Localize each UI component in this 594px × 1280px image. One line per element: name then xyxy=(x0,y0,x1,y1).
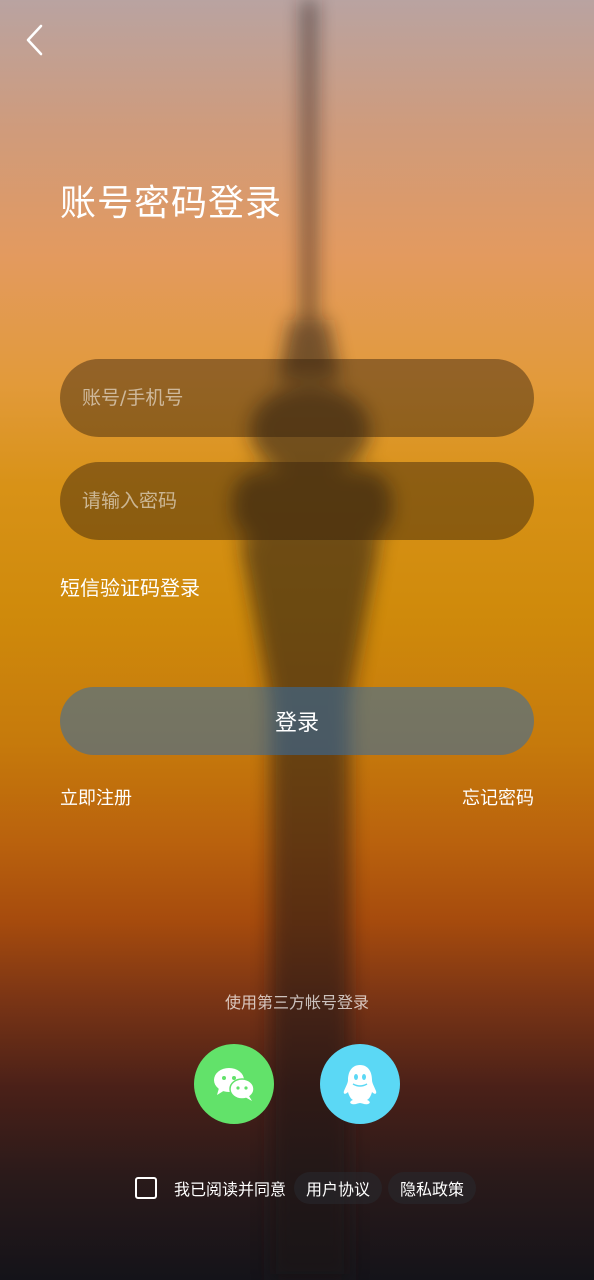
register-link[interactable]: 立即注册 xyxy=(60,784,132,810)
agreement-row: 我已阅读并同意 用户协议 隐私政策 xyxy=(135,1170,482,1206)
account-input[interactable] xyxy=(80,386,514,410)
qq-icon xyxy=(343,1065,377,1105)
agreement-checkbox[interactable] xyxy=(135,1177,157,1199)
third-party-label: 使用第三方帐号登录 xyxy=(224,993,369,1012)
back-button[interactable] xyxy=(14,20,54,60)
privacy-policy-link[interactable]: 隐私政策 xyxy=(388,1172,477,1204)
login-button[interactable]: 登录 xyxy=(60,687,534,755)
agreement-text: 我已阅读并同意 xyxy=(174,1180,287,1199)
user-agreement-link[interactable]: 用户协议 xyxy=(294,1172,383,1204)
chevron-left-icon xyxy=(26,24,43,56)
page-title: 账号密码登录 xyxy=(60,183,283,224)
wechat-icon xyxy=(214,1068,255,1101)
sms-login-link[interactable]: 短信验证码登录 xyxy=(60,572,200,601)
password-input[interactable] xyxy=(80,489,514,513)
password-field[interactable] xyxy=(60,462,534,540)
account-field[interactable] xyxy=(60,359,534,437)
wechat-login-button[interactable] xyxy=(194,1044,274,1124)
qq-login-button[interactable] xyxy=(320,1044,400,1124)
forgot-password-link[interactable]: 忘记密码 xyxy=(462,784,534,810)
